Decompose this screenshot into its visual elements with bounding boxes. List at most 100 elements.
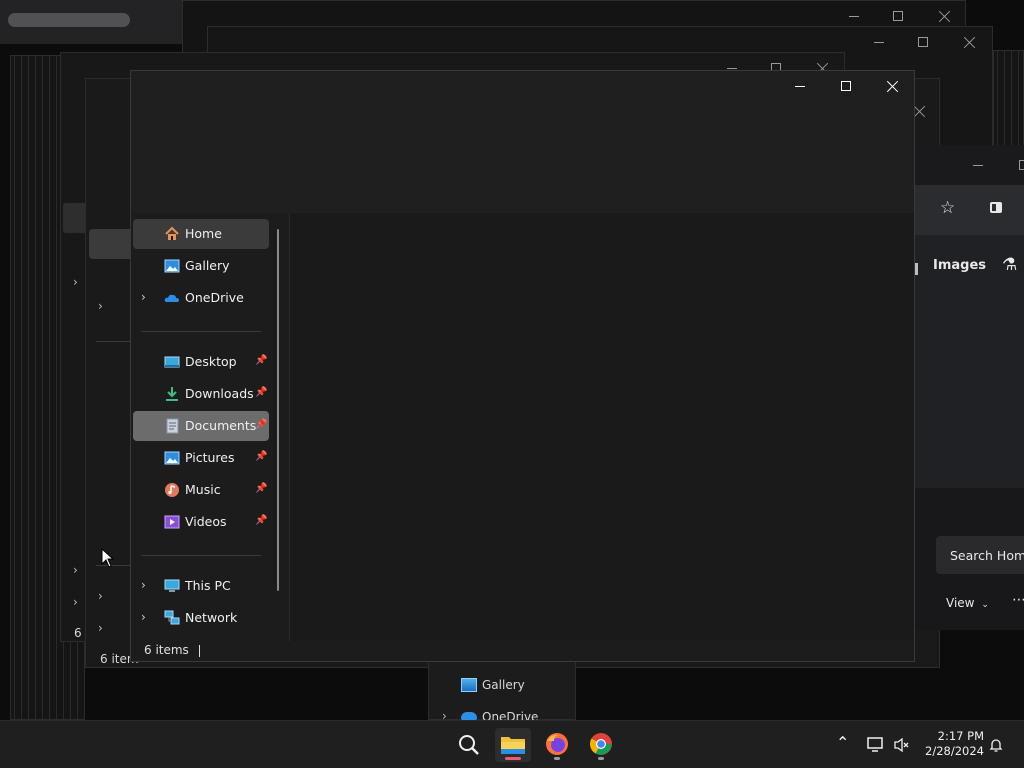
chevron-right-icon[interactable]: ›	[141, 578, 153, 592]
network-status-icon[interactable]	[867, 737, 885, 753]
volume-muted-icon[interactable]	[893, 737, 909, 753]
more-options-icon[interactable]: ⋯	[1012, 592, 1024, 608]
videos-icon	[164, 515, 180, 529]
chevron-right-icon[interactable]: ›	[141, 290, 153, 304]
close-icon[interactable]	[963, 36, 975, 48]
search-home-label: Search Hom	[950, 548, 1024, 563]
browser-titlebar	[914, 145, 1024, 185]
minimize-icon[interactable]	[873, 36, 885, 48]
background-window-top	[0, 0, 182, 44]
pin-icon[interactable]: 📌	[255, 387, 267, 399]
side-panel-icon[interactable]	[990, 202, 1002, 213]
nav-gallery-label[interactable]: Gallery	[482, 678, 525, 692]
folder-icon	[501, 737, 525, 754]
chevron-up-icon[interactable]: ⌃	[836, 733, 849, 752]
maximize-icon[interactable]	[917, 36, 929, 48]
images-link[interactable]: Images	[933, 258, 986, 273]
clock[interactable]: 2:17 PM 2/28/2024	[925, 729, 984, 759]
labs-flask-icon[interactable]: ⚗	[1002, 255, 1017, 275]
nav-item-label: Pictures	[185, 450, 235, 465]
chevron-right-icon[interactable]: ›	[98, 589, 103, 603]
nav-item-home[interactable]: Home	[133, 219, 269, 249]
onedrive-icon	[164, 294, 179, 302]
maximize-icon[interactable]	[840, 80, 852, 92]
title-bar	[131, 71, 914, 213]
status-bar: 6 items	[144, 643, 200, 657]
clock-time: 2:17 PM	[937, 729, 984, 743]
search-stub	[63, 203, 87, 233]
mouse-cursor-icon	[101, 548, 115, 568]
this-pc-icon	[164, 579, 180, 592]
item-count: 6 items	[144, 643, 189, 657]
gallery-icon	[461, 678, 477, 692]
view-label: View	[946, 596, 975, 610]
taskbar-firefox-button[interactable]	[539, 728, 575, 762]
minimize-icon[interactable]	[972, 159, 984, 171]
nav-item-desktop[interactable]: Desktop 📌	[133, 347, 269, 377]
nav-item-onedrive[interactable]: › OneDrive	[133, 283, 269, 313]
nav-item-label: Network	[185, 610, 238, 625]
chevron-right-icon[interactable]: ›	[141, 610, 153, 624]
taskbar-search-button[interactable]	[451, 728, 487, 762]
onedrive-icon	[461, 712, 477, 720]
chevron-right-icon[interactable]: ›	[73, 563, 78, 577]
firefox-icon	[546, 733, 568, 755]
taskbar: ⌃ 2:17 PM 2/28/2024	[0, 720, 1024, 768]
nav-item-label: OneDrive	[185, 290, 244, 305]
pin-icon[interactable]: 📌	[255, 419, 267, 431]
search-home-field[interactable]: Search Hom	[936, 536, 1024, 574]
maximize-icon[interactable]	[1018, 159, 1024, 171]
chevron-right-icon[interactable]: ›	[73, 595, 78, 609]
view-menu-button[interactable]: View ⌄	[946, 596, 989, 610]
background-explorer-lower: Gallery › OneDrive	[428, 662, 576, 724]
pin-icon[interactable]: 📌	[255, 483, 267, 495]
nav-item-label: Home	[185, 226, 222, 241]
maximize-icon[interactable]	[892, 10, 904, 22]
active-app-indicator	[505, 757, 521, 760]
stacked-window-edges-right	[993, 50, 1024, 150]
close-icon[interactable]	[938, 10, 950, 22]
notification-bell-icon[interactable]	[988, 737, 1004, 753]
desktop-icon	[164, 356, 180, 368]
pin-icon[interactable]: 📌	[255, 515, 267, 527]
nav-item-network[interactable]: › Network	[133, 603, 269, 633]
taskbar-chrome-button[interactable]	[583, 728, 619, 762]
nav-item-label: Downloads	[185, 386, 254, 401]
nav-item-label: This PC	[185, 578, 231, 593]
running-app-indicator	[598, 757, 604, 760]
file-explorer-window: Home Gallery › OneDrive Desktop 📌 Downlo…	[130, 70, 915, 662]
file-list-area	[289, 213, 914, 641]
browser-toolbar: ☆	[914, 185, 1024, 235]
nav-item-label: Desktop	[185, 354, 237, 369]
taskbar-file-explorer-button[interactable]	[495, 728, 531, 762]
bookmark-star-icon[interactable]: ☆	[940, 199, 955, 217]
nav-item-documents[interactable]: Documents 📌	[133, 411, 269, 441]
pin-icon[interactable]: 📌	[255, 355, 267, 367]
nav-separator	[141, 555, 261, 556]
pin-icon[interactable]: 📌	[255, 451, 267, 463]
nav-item-pictures[interactable]: Pictures 📌	[133, 443, 269, 473]
documents-icon	[166, 418, 179, 434]
pictures-icon	[164, 451, 180, 465]
chevron-right-icon[interactable]: ›	[98, 299, 103, 313]
close-icon[interactable]	[886, 80, 898, 92]
chevron-right-icon[interactable]: ›	[98, 621, 103, 635]
nav-item-downloads[interactable]: Downloads 📌	[133, 379, 269, 409]
nav-item-videos[interactable]: Videos 📌	[133, 507, 269, 537]
nav-item-gallery[interactable]: Gallery	[133, 251, 269, 281]
gallery-icon	[164, 259, 180, 273]
minimize-icon[interactable]	[794, 80, 806, 92]
clock-date: 2/28/2024	[925, 744, 984, 758]
chevron-right-icon[interactable]: ›	[73, 275, 78, 289]
nav-home-highlight	[89, 229, 134, 259]
chrome-icon	[590, 733, 612, 755]
nav-scrollbar[interactable]	[277, 229, 279, 591]
running-app-indicator	[554, 757, 560, 760]
browser-window-peek: ☆ Images ⚗ Search Hom View ⌄ ⋯	[914, 145, 1024, 630]
nav-separator	[141, 331, 261, 332]
nav-item-this-pc[interactable]: › This PC	[133, 571, 269, 601]
browser-panel: Search Hom View ⌄ ⋯	[914, 488, 1024, 630]
minimize-icon[interactable]	[848, 10, 860, 22]
nav-item-music[interactable]: Music 📌	[133, 475, 269, 505]
status-divider	[198, 644, 200, 657]
